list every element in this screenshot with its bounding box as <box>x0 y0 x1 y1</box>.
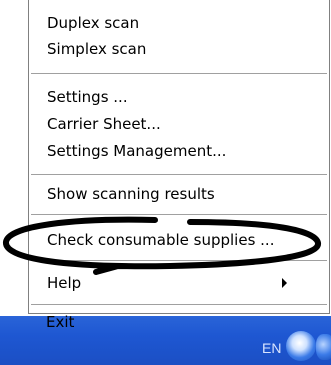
menu-item-help[interactable]: Help <box>47 271 81 295</box>
menu-separator <box>31 73 327 74</box>
system-tray-icon[interactable] <box>316 334 331 360</box>
menu-item-show-scanning-results[interactable]: Show scanning results <box>47 182 215 206</box>
menu-separator <box>31 260 327 261</box>
submenu-arrow-icon <box>282 278 287 288</box>
menu-item-settings-management[interactable]: Settings Management... <box>47 139 226 163</box>
context-menu: Duplex scan Simplex scan Settings ... Ca… <box>28 0 330 314</box>
menu-item-settings[interactable]: Settings ... <box>47 85 128 109</box>
menu-separator <box>31 174 327 175</box>
menu-separator <box>31 214 327 215</box>
menu-item-carrier-sheet[interactable]: Carrier Sheet... <box>47 112 161 136</box>
menu-item-check-consumable-supplies[interactable]: Check consumable supplies ... <box>47 228 274 252</box>
menu-item-duplex-scan[interactable]: Duplex scan <box>47 11 139 35</box>
menu-item-exit[interactable]: Exit <box>46 310 74 334</box>
language-indicator[interactable]: EN <box>262 340 281 356</box>
menu-separator <box>31 304 327 305</box>
menu-item-simplex-scan[interactable]: Simplex scan <box>47 37 146 61</box>
scanner-tray-icon[interactable] <box>286 331 316 361</box>
